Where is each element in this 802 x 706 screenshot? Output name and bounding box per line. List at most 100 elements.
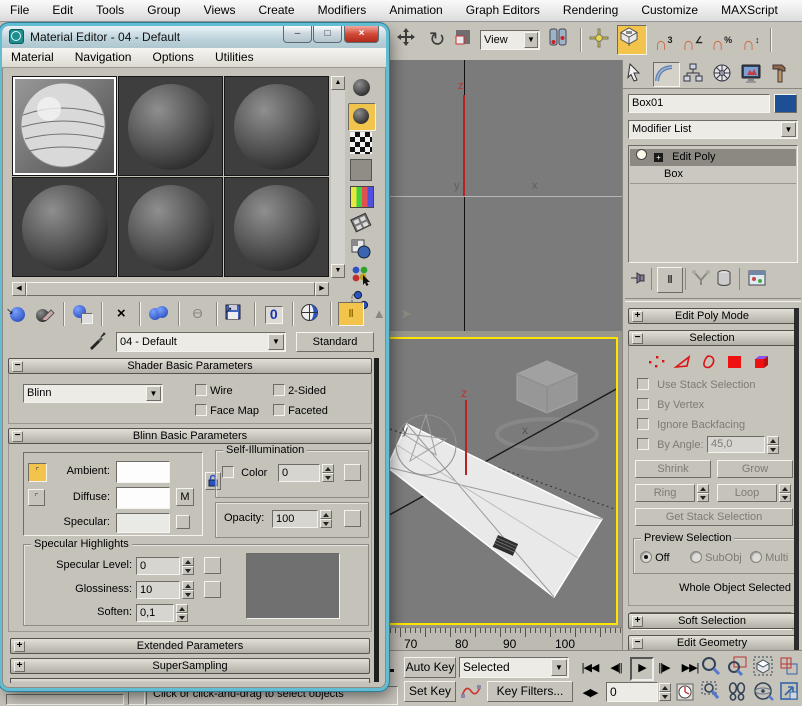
- get-stack-selection-button[interactable]: Get Stack Selection: [635, 508, 793, 526]
- ring-button[interactable]: Ring: [635, 484, 695, 502]
- ignore-backfacing-checkbox[interactable]: [637, 418, 649, 430]
- angle-snap-arc-icon[interactable]: ∩∠: [680, 27, 706, 53]
- material-id-channel-icon[interactable]: 0: [262, 303, 286, 325]
- stack-item-label[interactable]: Box: [664, 168, 683, 180]
- sample-slot-6[interactable]: [224, 177, 329, 277]
- maximize-viewport-toggle-icon[interactable]: [778, 680, 801, 702]
- play-button-icon[interactable]: ▶: [630, 657, 654, 681]
- select-and-rotate-icon[interactable]: ↻: [424, 27, 450, 53]
- menu-customize[interactable]: Customize: [631, 0, 708, 20]
- material-editor-scrollbar[interactable]: [374, 358, 379, 682]
- menu-tools[interactable]: Tools: [86, 0, 134, 20]
- menu-material[interactable]: Material: [2, 48, 63, 66]
- next-frame-icon[interactable]: ||▶: [654, 659, 674, 677]
- use-stack-selection-checkbox[interactable]: [637, 378, 649, 390]
- set-key-button[interactable]: Set Key: [404, 681, 456, 702]
- collapse-icon[interactable]: [12, 361, 23, 372]
- background-icon[interactable]: [350, 132, 372, 154]
- glossiness-spinner[interactable]: [182, 581, 194, 599]
- expand-icon[interactable]: [632, 311, 643, 322]
- diffuse-color-swatch[interactable]: [116, 487, 170, 509]
- menu-edit[interactable]: Edit: [42, 0, 83, 20]
- use-pivot-point-center-icon[interactable]: [548, 27, 574, 53]
- ambient-diffuse-lock-button[interactable]: ⌜: [28, 463, 47, 482]
- by-vertex-checkbox[interactable]: [637, 398, 649, 410]
- self-illum-spinner[interactable]: [322, 464, 334, 482]
- menu-options[interactable]: Options: [144, 48, 203, 66]
- edge-subobject-icon[interactable]: [673, 354, 693, 370]
- rollout-shader-basic-parameters[interactable]: Shader Basic Parameters: [8, 358, 372, 374]
- tab-hierarchy[interactable]: [682, 62, 709, 87]
- slots-horizontal-scrollbar[interactable]: ◀ ▶: [12, 282, 329, 296]
- glossiness-field[interactable]: 10: [136, 581, 180, 599]
- rollout-extended-parameters[interactable]: Extended Parameters: [10, 638, 370, 654]
- angle-snap-toggle-icon[interactable]: ∩3: [651, 27, 677, 53]
- chevron-down-icon[interactable]: ▼: [268, 334, 284, 350]
- pan-icon[interactable]: [726, 680, 749, 702]
- zoom-all-icon[interactable]: [726, 655, 749, 677]
- show-end-result-stack-icon[interactable]: ‖: [657, 267, 683, 293]
- time-configuration-icon[interactable]: [676, 683, 694, 701]
- sample-slot-5[interactable]: [118, 177, 223, 277]
- diffuse-specular-lock-button[interactable]: ⌜: [28, 489, 45, 506]
- sample-type-icon[interactable]: [350, 76, 374, 100]
- menu-group[interactable]: Group: [137, 0, 190, 20]
- tab-display[interactable]: [740, 62, 767, 87]
- stack-row-edit-poly[interactable]: + Edit Poly: [630, 149, 796, 166]
- minimize-button[interactable]: –: [283, 26, 312, 43]
- two-sided-checkbox[interactable]: [273, 384, 285, 396]
- specular-color-swatch[interactable]: [116, 513, 170, 533]
- arc-rotate-icon[interactable]: [752, 680, 775, 702]
- self-illum-value-field[interactable]: 0: [278, 464, 320, 482]
- show-end-result-icon[interactable]: ‖: [338, 302, 364, 326]
- go-to-end-icon[interactable]: ▶▶|: [678, 659, 702, 677]
- zoom-icon[interactable]: [700, 655, 723, 677]
- shader-type-dropdown[interactable]: Blinn ▼: [23, 384, 163, 403]
- put-to-library-icon[interactable]: ↗: [224, 303, 248, 325]
- stack-row-box[interactable]: Box: [630, 166, 796, 184]
- expand-plus-icon[interactable]: +: [654, 153, 663, 162]
- material-editor-options-icon[interactable]: [350, 238, 372, 260]
- spinner-snap-toggle-icon[interactable]: ∩↕: [738, 27, 764, 53]
- make-unique-icon[interactable]: [691, 269, 711, 287]
- loop-button[interactable]: Loop: [717, 484, 777, 502]
- loop-spinner[interactable]: [779, 484, 791, 502]
- menu-create[interactable]: Create: [249, 0, 305, 20]
- modifier-list-dropdown[interactable]: Modifier List ▼: [628, 120, 798, 139]
- region-zoom-icon[interactable]: [700, 680, 723, 702]
- make-preview-icon[interactable]: [350, 212, 372, 234]
- select-by-material-icon[interactable]: [350, 264, 372, 286]
- object-color-swatch[interactable]: [774, 94, 797, 113]
- expand-icon[interactable]: [14, 641, 25, 652]
- close-button[interactable]: ×: [344, 26, 379, 43]
- specular-level-map-button[interactable]: [204, 557, 221, 574]
- maximize-button[interactable]: □: [313, 26, 342, 43]
- pick-material-from-object-icon[interactable]: [88, 330, 108, 350]
- show-map-in-viewport-icon[interactable]: [300, 303, 324, 325]
- zoom-extents-icon[interactable]: [752, 655, 775, 677]
- vertex-subobject-icon[interactable]: [647, 354, 667, 370]
- video-color-check-icon[interactable]: [350, 186, 374, 208]
- menu-maxscript[interactable]: MAXScript: [711, 0, 788, 20]
- scroll-right-icon[interactable]: ▶: [315, 282, 329, 296]
- snaps-toggle-icon[interactable]: [617, 25, 647, 55]
- glossiness-map-button[interactable]: [204, 581, 221, 598]
- preview-subobj-radio[interactable]: SubObj: [690, 551, 742, 564]
- collapse-icon[interactable]: [12, 431, 23, 442]
- rollout-blinn-basic-parameters[interactable]: Blinn Basic Parameters: [8, 428, 372, 444]
- by-angle-checkbox[interactable]: [637, 438, 649, 450]
- expand-icon[interactable]: [632, 616, 643, 627]
- menu-graph-editors[interactable]: Graph Editors: [456, 0, 550, 20]
- percent-snap-toggle-icon[interactable]: ∩%: [709, 27, 735, 53]
- object-name-field[interactable]: Box01: [628, 94, 770, 113]
- grow-button[interactable]: Grow: [717, 460, 793, 478]
- select-and-move-icon[interactable]: [395, 27, 421, 53]
- put-material-to-scene-icon[interactable]: [33, 303, 57, 325]
- specular-map-button[interactable]: [176, 515, 190, 529]
- frame-spinner[interactable]: [659, 683, 671, 701]
- auto-key-button[interactable]: Auto Key: [404, 657, 456, 678]
- go-to-parent-icon[interactable]: ▲: [367, 303, 391, 325]
- rollout-soft-selection[interactable]: Soft Selection: [628, 613, 796, 629]
- material-editor-titlebar[interactable]: Material Editor - 04 - Default – □ ×: [2, 26, 386, 48]
- make-unique-material-icon[interactable]: Ɵ: [186, 303, 210, 325]
